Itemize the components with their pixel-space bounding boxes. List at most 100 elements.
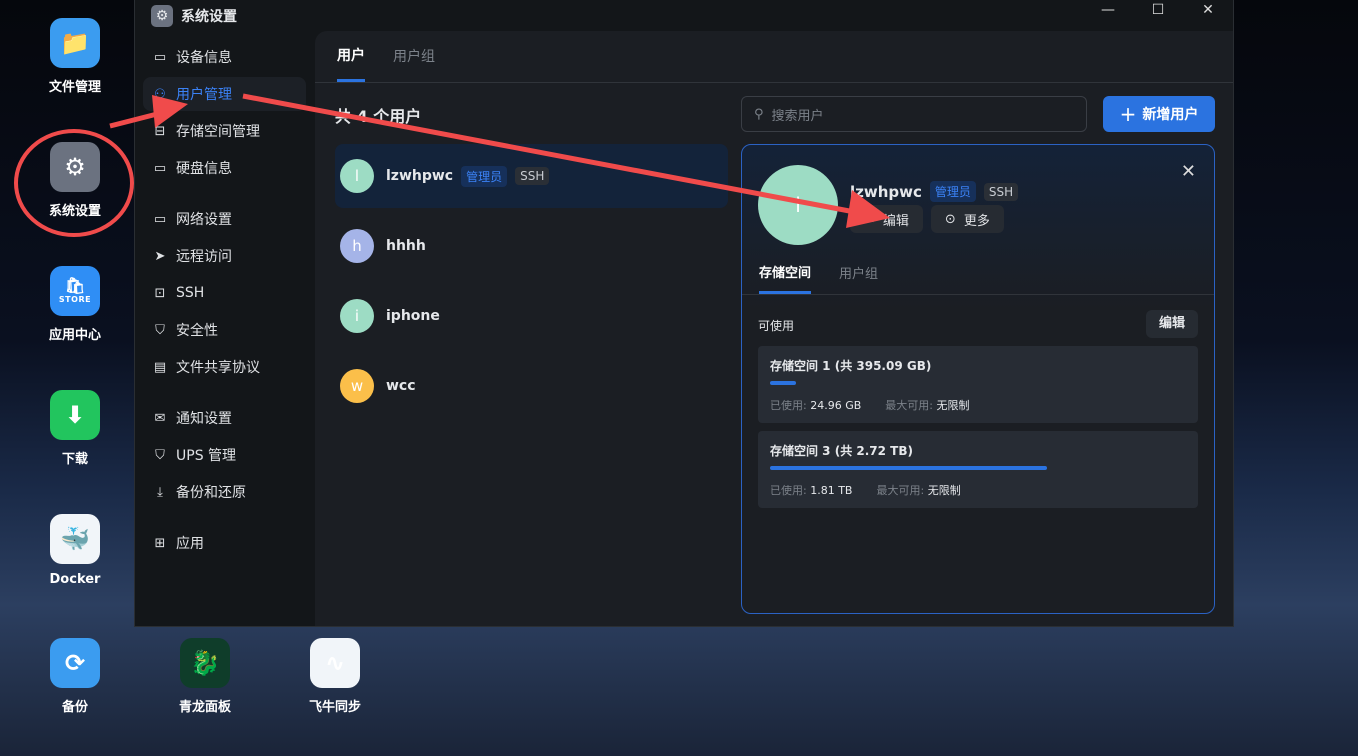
user-row[interactable]: h hhhh (335, 214, 728, 278)
more-button[interactable]: ⊙ 更多 (930, 205, 1004, 233)
users-icon: ⚇ (154, 86, 166, 102)
shield-icon: ⛉ (155, 447, 165, 463)
username: lzwhpwc (386, 168, 454, 184)
storage-volume-card: 存储空间 3 (共 2.72 TB) 已使用: 1.81 TB 最大可用: 无限制 (758, 431, 1198, 508)
max-label: 最大可用: (885, 399, 933, 412)
admin-badge: 管理员 (461, 165, 508, 187)
sidebar-item-label: UPS 管理 (176, 448, 237, 464)
device-icon: ▭ (153, 49, 167, 65)
mail-icon: ✉ (154, 410, 166, 426)
avatar: l (758, 165, 838, 245)
sidebar-item-label: 通知设置 (176, 411, 232, 427)
desktop-icon-label: 下载 (61, 452, 88, 467)
add-user-button[interactable]: + 新增用户 (1103, 96, 1215, 132)
sidebar-item-5[interactable]: ➤ 远程访问 (143, 239, 306, 273)
backup-icon: ⟳ (50, 638, 100, 688)
ssh-badge: SSH (983, 182, 1019, 201)
desktop-icon-0[interactable]: 📁 文件管理 (20, 18, 130, 95)
user-row[interactable]: l lzwhpwc 管理员 SSH (335, 144, 728, 208)
icon-glyph: ∿ (324, 649, 346, 677)
max-label: 最大可用: (876, 484, 925, 497)
sidebar: ▭ 设备信息 ⚇ 用户管理 ⊟ 存储空间管理 ▭ 硬盘信息 ▭ 网络设置 ➤ 远程访问 ⊡ SSH ⛉ 安全性… (143, 40, 306, 563)
user-row[interactable]: i iphone (335, 284, 728, 348)
sidebar-item-label: 文件共享协议 (176, 360, 260, 376)
edit-user-button[interactable]: ✎ 编辑 (850, 205, 923, 233)
sidebar-item-8[interactable]: ▤ 文件共享协议 (143, 350, 306, 384)
sidebar-item-label: 网络设置 (176, 212, 232, 228)
username: hhhh (386, 238, 426, 254)
avatar: h (340, 229, 374, 263)
tab-detail-groups[interactable]: 用户组 (839, 257, 878, 294)
sidebar-item-1[interactable]: ⚇ 用户管理 (143, 77, 306, 111)
sidebar-item-label: 远程访问 (176, 249, 232, 265)
max-value: 无限制 (936, 399, 970, 412)
volume-title: 存储空间 3 (共 2.72 TB) (770, 444, 913, 458)
user-row[interactable]: w wcc (335, 354, 728, 418)
sidebar-item-2[interactable]: ⊟ 存储空间管理 (143, 114, 306, 148)
tab-user-groups[interactable]: 用户组 (393, 31, 435, 82)
icon-glyph: ⚙ (64, 153, 86, 181)
download-icon: ⬇ (50, 390, 100, 440)
more-icon: ⊙ (944, 211, 956, 227)
avatar: w (340, 369, 374, 403)
sidebar-item-12[interactable]: ⊞ 应用 (143, 526, 306, 560)
sidebar-item-6[interactable]: ⊡ SSH (143, 276, 306, 310)
folder-icon: 📁 (50, 18, 100, 68)
plus-icon: + (1119, 102, 1137, 126)
user-detail-panel: l lzwhpwc 管理员 SSH ✕ ✎ 编辑 ⊙ 更多 存储空间 用户组 可使用… (741, 144, 1215, 614)
maximize-button[interactable]: ☐ (1133, 0, 1183, 20)
terminal-icon: ⊡ (154, 285, 166, 301)
close-button[interactable]: ✕ (1183, 0, 1233, 20)
sidebar-item-9[interactable]: ✉ 通知设置 (143, 401, 306, 435)
desktop-icon-6[interactable]: 🐉 青龙面板 (150, 638, 260, 715)
sidebar-item-10[interactable]: ⛉ UPS 管理 (143, 438, 306, 472)
username: iphone (386, 308, 440, 324)
main-panel: 用户 用户组 共 4 个用户 ⚲ 搜索用户 + 新增用户 l lzwhpwc 管理员… (315, 31, 1233, 626)
shield-icon: ⛉ (155, 322, 165, 338)
username: wcc (386, 378, 416, 394)
icon-glyph: 📁 (60, 29, 90, 57)
minimize-button[interactable]: — (1083, 0, 1133, 20)
icon-glyph: 🛍 (64, 276, 86, 295)
desktop-icon-label: 文件管理 (48, 80, 101, 95)
sidebar-item-11[interactable]: ⤓ 备份和还原 (143, 475, 306, 509)
desktop-icon-1[interactable]: ⚙ 系统设置 (20, 142, 130, 219)
user-count: 共 4 个用户 (335, 107, 422, 126)
desktop-icon-2[interactable]: 🛍 STORE 应用中心 (20, 266, 130, 343)
storage-volume-card: 存储空间 1 (共 395.09 GB) 已使用: 24.96 GB 最大可用: 无… (758, 346, 1198, 423)
close-icon[interactable]: ✕ (1181, 161, 1196, 182)
volume-meta: 已使用: 1.81 TB 最大可用: 无限制 (770, 482, 1186, 498)
window-title: 系统设置 (181, 8, 237, 25)
docker-icon: 🐳 (50, 514, 100, 564)
usage-bar (770, 466, 1047, 470)
sidebar-item-0[interactable]: ▭ 设备信息 (143, 40, 306, 74)
sync-icon: ∿ (310, 638, 360, 688)
sidebar-item-label: 备份和还原 (176, 485, 246, 501)
tab-storage[interactable]: 存储空间 (759, 257, 812, 294)
ssh-badge: SSH (515, 167, 550, 185)
sidebar-item-7[interactable]: ⛉ 安全性 (143, 313, 306, 347)
detail-username: lzwhpwc (850, 182, 922, 201)
desktop-icon-4[interactable]: 🐳 Docker (20, 514, 130, 587)
max-value: 无限制 (927, 484, 961, 497)
settings-window: ⚙ 系统设置 — ☐ ✕ ▭ 设备信息 ⚇ 用户管理 ⊟ 存储空间管理 ▭ 硬盘信息 ▭ 网络设置… (134, 0, 1234, 627)
admin-badge: 管理员 (929, 181, 976, 202)
sidebar-item-label: 硬盘信息 (176, 161, 232, 177)
user-list: l lzwhpwc 管理员 SSH h hhhh i iphone w wcc (335, 144, 728, 424)
desktop-icon-3[interactable]: ⬇ 下载 (20, 390, 130, 467)
sidebar-item-4[interactable]: ▭ 网络设置 (143, 202, 306, 236)
send-icon: ➤ (154, 248, 166, 264)
desktop-icon-5[interactable]: ⟳ 备份 (20, 638, 130, 715)
search-input[interactable]: ⚲ 搜索用户 (741, 96, 1087, 132)
avatar: i (340, 299, 374, 333)
network-icon: ▭ (153, 211, 167, 227)
title-bar: ⚙ 系统设置 (135, 0, 1233, 31)
gear-icon: ⚙ (50, 142, 100, 192)
sidebar-item-3[interactable]: ▭ 硬盘信息 (143, 151, 306, 185)
sidebar-item-label: 应用 (176, 536, 204, 552)
desktop-icon-7[interactable]: ∿ 飞牛同步 (280, 638, 390, 715)
edit-storage-button[interactable]: 编辑 (1145, 310, 1198, 338)
tab-users[interactable]: 用户 (337, 31, 365, 82)
